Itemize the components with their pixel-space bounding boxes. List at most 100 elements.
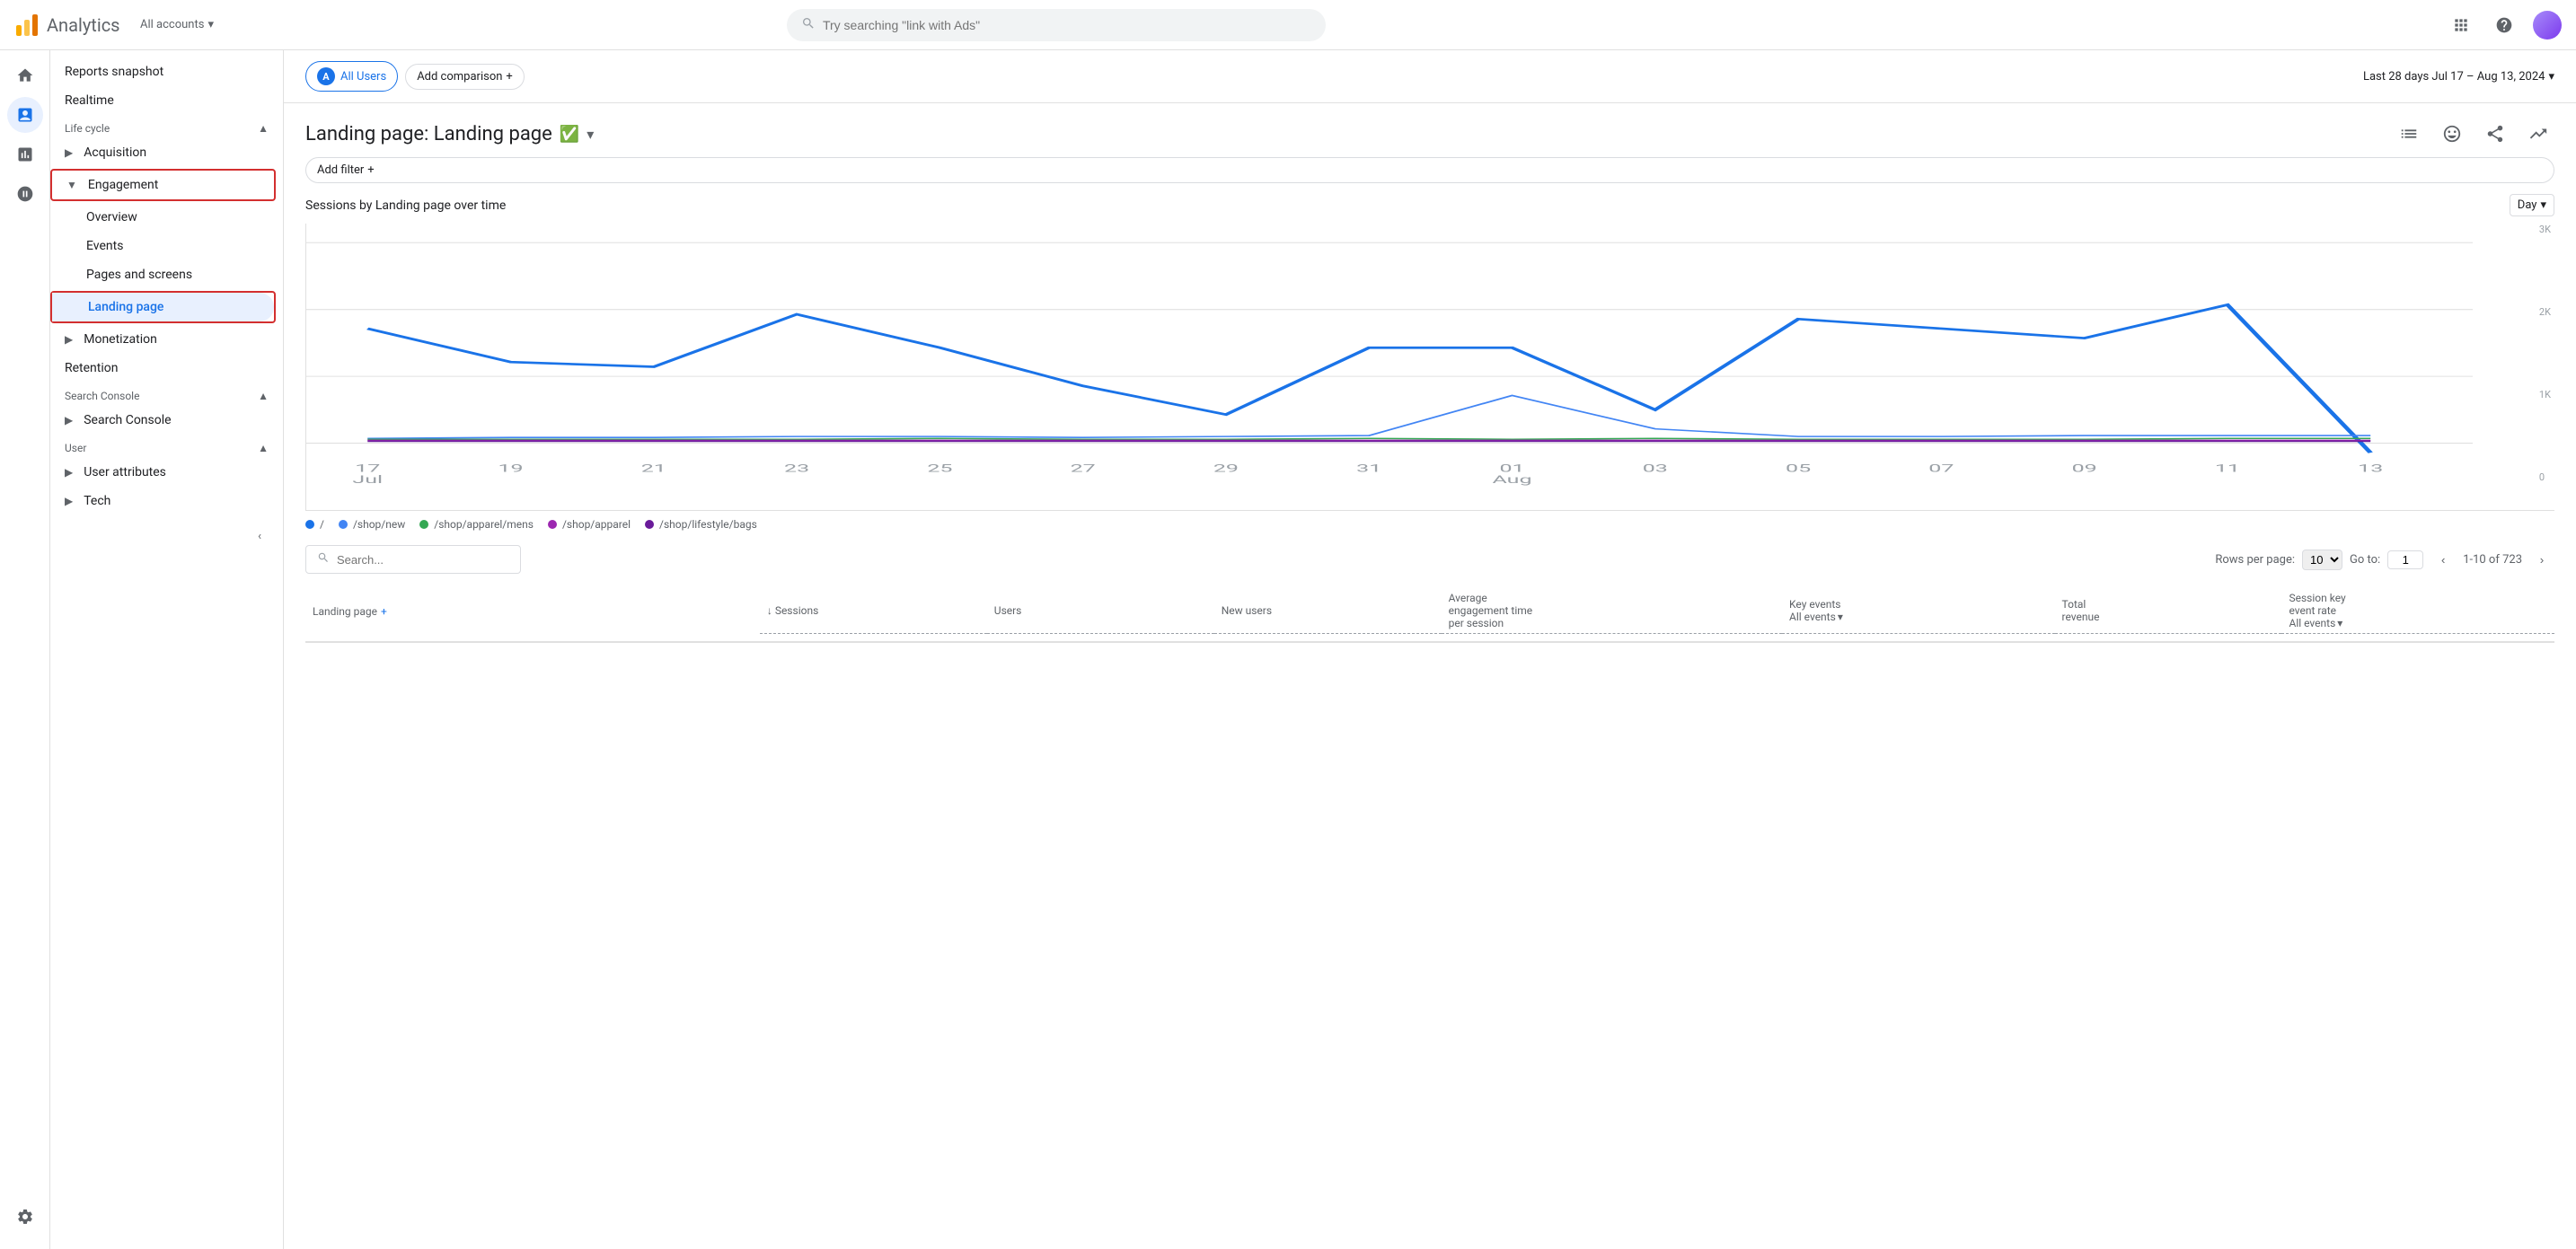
th-label: Session key <box>2289 592 2345 604</box>
rows-per-page-label: Rows per page: <box>2215 553 2295 567</box>
pagination-label: 1-10 of 723 <box>2463 553 2522 567</box>
table-search-input[interactable] <box>337 553 509 567</box>
grid-icon[interactable] <box>2447 11 2475 40</box>
sidebar-item-monetization[interactable]: ▶ Monetization <box>50 325 276 354</box>
search-icon <box>317 551 330 567</box>
sidebar-item-realtime[interactable]: Realtime <box>50 86 276 115</box>
help-icon[interactable] <box>2490 11 2519 40</box>
svg-text:17: 17 <box>355 462 380 475</box>
pagination: Rows per page: 10 25 50 Go to: 1 ‹ 1-10 … <box>2215 547 2554 572</box>
add-filter-label: Add filter <box>317 163 364 177</box>
sidebar-item-pages-screens[interactable]: Pages and screens <box>50 260 276 289</box>
icon-rail-bottom <box>7 1199 43 1242</box>
sidebar-item-reports-snapshot[interactable]: Reports snapshot <box>50 57 276 86</box>
sidebar-item-acquisition[interactable]: ▶ Acquisition <box>50 138 276 167</box>
chevron-down-icon: ▾ <box>2548 70 2554 84</box>
add-filter-button[interactable]: Add filter + <box>305 157 2554 183</box>
svg-text:03: 03 <box>1643 462 1668 475</box>
th-users[interactable]: Users <box>987 588 1214 634</box>
svg-text:Aug: Aug <box>1493 473 1532 486</box>
all-users-button[interactable]: A All Users <box>305 61 398 92</box>
th-avg-engagement[interactable]: Average engagement time per session <box>1442 588 1782 634</box>
rail-home-icon[interactable] <box>7 57 43 93</box>
icon-rail <box>0 50 50 1249</box>
plus-icon[interactable]: + <box>381 605 387 618</box>
th-sessions[interactable]: ↓ Sessions <box>760 588 987 634</box>
svg-text:05: 05 <box>1786 462 1811 475</box>
sidebar-section-search-console: Search Console ▲ <box>50 383 283 406</box>
pagination-next-button[interactable]: › <box>2529 547 2554 572</box>
add-comparison-button[interactable]: Add comparison + <box>405 64 525 90</box>
expand-icon: ▶ <box>65 414 73 427</box>
y-label-1k: 1K <box>2539 389 2551 400</box>
app-title: Analytics <box>47 14 120 36</box>
chevron-down-icon: ▾ <box>207 18 214 31</box>
sidebar-item-label: Search Console <box>84 413 171 427</box>
sidebar-item-search-console[interactable]: ▶ Search Console <box>50 406 276 435</box>
go-to-label: Go to: <box>2350 553 2380 567</box>
user-avatar[interactable] <box>2533 11 2562 40</box>
sidebar-item-landing-page[interactable]: Landing page <box>52 293 274 321</box>
th-label: revenue <box>2062 611 2100 623</box>
topbar-right <box>2447 11 2562 40</box>
account-selector[interactable]: All accounts ▾ <box>133 14 221 35</box>
legend-dot <box>339 520 348 529</box>
plus-icon: + <box>506 70 512 84</box>
legend-dot <box>305 520 314 529</box>
share-icon[interactable] <box>2479 118 2511 150</box>
chevron-down-icon[interactable]: ▾ <box>587 126 594 143</box>
chart-section: Sessions by Landing page over time Day ▾… <box>284 194 2576 545</box>
add-comparison-label: Add comparison <box>417 70 502 84</box>
legend-label: /shop/apparel/mens <box>434 518 534 531</box>
topbar: Analytics All accounts ▾ <box>0 0 2576 50</box>
rail-reports-icon[interactable] <box>7 97 43 133</box>
chevron-up-icon: ▲ <box>258 390 269 402</box>
sidebar-item-label: User attributes <box>84 465 166 479</box>
chart-period-selector[interactable]: Day ▾ <box>2510 194 2554 216</box>
sidebar-item-label: Realtime <box>65 93 114 108</box>
sidebar-item-overview[interactable]: Overview <box>50 203 276 232</box>
content-area: A All Users Add comparison + Last 28 day… <box>284 50 2576 1249</box>
chart-container: 3K 2K 1K 0 <box>305 224 2554 511</box>
sidebar-item-label: Landing page <box>88 300 163 314</box>
sidebar-item-events[interactable]: Events <box>50 232 276 260</box>
chart-type-icon[interactable] <box>2393 118 2425 150</box>
table-header-row: Landing page + ↓ Sessions Users New user… <box>305 581 2554 643</box>
expand-icon: ▶ <box>65 495 73 507</box>
legend-dot <box>548 520 557 529</box>
sidebar-item-tech[interactable]: ▶ Tech <box>50 487 276 515</box>
sidebar-collapse-button[interactable]: ‹ <box>251 523 269 550</box>
rows-per-page-select[interactable]: 10 25 50 <box>2302 550 2342 570</box>
analytics-icon[interactable] <box>2522 118 2554 150</box>
date-range-selector[interactable]: Last 28 days Jul 17 – Aug 13, 2024 ▾ <box>2363 70 2554 84</box>
pagination-prev-button[interactable]: ‹ <box>2430 547 2456 572</box>
chart-legend: / /shop/new /shop/apparel/mens /shop/app… <box>305 518 2554 531</box>
search-input[interactable] <box>823 18 1311 32</box>
rail-settings-icon[interactable] <box>7 1199 43 1235</box>
th-total-revenue[interactable]: Total revenue <box>2055 588 2282 634</box>
th-session-key-event-rate[interactable]: Session key event rate All events ▾ <box>2281 588 2554 634</box>
th-key-events[interactable]: Key events All events ▾ <box>1782 588 2055 634</box>
chevron-down-icon[interactable]: ▾ <box>1838 611 1843 623</box>
rail-explore-icon[interactable] <box>7 136 43 172</box>
th-label: Key events <box>1789 598 1843 611</box>
th-new-users[interactable]: New users <box>1214 588 1442 634</box>
emoji-icon[interactable] <box>2436 118 2468 150</box>
sidebar-item-user-attributes[interactable]: ▶ User attributes <box>50 458 276 487</box>
search-bar <box>787 9 1326 41</box>
sidebar-item-retention[interactable]: Retention <box>50 354 276 383</box>
go-to-input[interactable]: 1 <box>2387 550 2423 569</box>
table-section: Rows per page: 10 25 50 Go to: 1 ‹ 1-10 … <box>284 545 2576 657</box>
chevron-down-icon[interactable]: ▾ <box>2337 617 2342 629</box>
svg-text:09: 09 <box>2072 462 2097 475</box>
sidebar-item-engagement[interactable]: ▼ Engagement <box>52 171 274 199</box>
icon-rail-top <box>7 57 43 212</box>
sidebar-item-label: Pages and screens <box>86 268 192 282</box>
svg-text:31: 31 <box>1356 462 1381 475</box>
rail-advertising-icon[interactable] <box>7 176 43 212</box>
th-sub-label: All events <box>1789 611 1836 623</box>
chart-header: Sessions by Landing page over time Day ▾ <box>305 194 2554 216</box>
th-landing-page[interactable]: Landing page + <box>305 588 760 634</box>
sidebar: Reports snapshot Realtime Life cycle ▲ ▶… <box>50 50 284 1249</box>
legend-item-shop-new: /shop/new <box>339 518 405 531</box>
